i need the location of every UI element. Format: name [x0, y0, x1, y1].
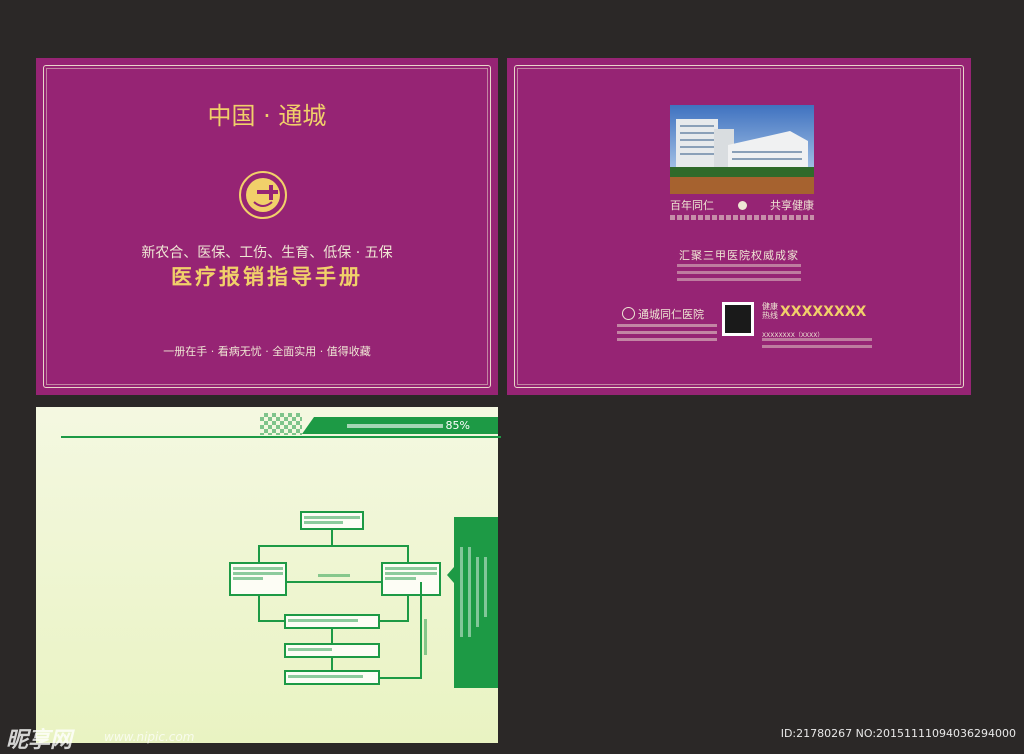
- flow-connector: [407, 596, 409, 621]
- slogan-left: 百年同仁: [670, 199, 714, 212]
- flow-start-box: [300, 511, 364, 530]
- watermark-id: ID:21780267 NO:20151111094036294000: [780, 727, 1016, 740]
- flow-connector: [258, 545, 409, 547]
- header-percent: 85%: [445, 419, 470, 432]
- header-rule: [61, 436, 501, 438]
- watermark-logo: 昵享网: [6, 728, 73, 753]
- flow-label-placeholder: [318, 574, 350, 577]
- flow-connector: [331, 530, 333, 546]
- flow-side-label-placeholder: [424, 619, 427, 655]
- hospital-photo: [670, 105, 814, 194]
- checker-pattern: [260, 413, 302, 435]
- sub-slogan: 汇聚三甲医院权威成家: [679, 249, 799, 262]
- inner-page: 85%: [36, 407, 501, 743]
- flow-connector: [420, 582, 422, 678]
- side-note-arrow: [447, 567, 454, 583]
- front-title: 中国 · 通城: [207, 102, 327, 130]
- flow-end-box: [284, 670, 380, 685]
- slogan-right: 共享健康: [770, 199, 814, 212]
- header-banner: 85%: [302, 417, 498, 434]
- back-cover: 百年同仁 共享健康 汇聚三甲医院权威成家 通城同仁医院 健康 热线 XXXXXX…: [507, 58, 971, 395]
- front-slogan: 一册在手 · 看病无忧 · 全面实用 · 值得收藏: [163, 345, 371, 358]
- flow-connector: [331, 629, 333, 644]
- hospital-logo-icon: [622, 307, 635, 320]
- slogan-subline-placeholder: [670, 215, 814, 220]
- header-text-placeholder: [346, 423, 443, 428]
- leaf-icon: [737, 200, 747, 210]
- side-note-panel: [447, 517, 498, 688]
- qr-code: [722, 302, 754, 336]
- small-text-block: [677, 264, 801, 282]
- hotline-label-2: 热线: [762, 311, 778, 320]
- flow-connector: [287, 581, 381, 583]
- slogan-row: 百年同仁 共享健康: [670, 197, 814, 213]
- flow-step-box: [284, 643, 380, 658]
- flow-connector: [258, 620, 284, 622]
- hotline-number: XXXXXXXX: [780, 304, 867, 320]
- hotline-label-1: 健康: [762, 302, 778, 311]
- flow-connector: [380, 677, 422, 679]
- hospital-name: 通城同仁医院: [638, 308, 704, 321]
- flow-left-box: [229, 562, 287, 596]
- flow-connector: [380, 620, 409, 622]
- front-cover: 中国 · 通城 新农合、医保、工伤、生育、低保 · 五保 医疗报销指导手册 一册…: [36, 58, 498, 395]
- contact-lines: [617, 324, 717, 344]
- flow-connector: [407, 545, 409, 563]
- main-title: 医疗报销指导手册: [171, 265, 363, 289]
- insurance-types: 新农合、医保、工伤、生育、低保 · 五保: [141, 245, 393, 261]
- flow-right-box: [381, 562, 441, 596]
- hospital-emblem-icon: [238, 170, 288, 220]
- flow-connector: [258, 596, 260, 621]
- hotline-label: 健康 热线: [762, 302, 778, 320]
- flow-middle-box: [284, 614, 380, 629]
- watermark-url: www.nipic.com: [104, 730, 195, 744]
- address-lines: [762, 338, 872, 348]
- flow-connector: [258, 545, 260, 563]
